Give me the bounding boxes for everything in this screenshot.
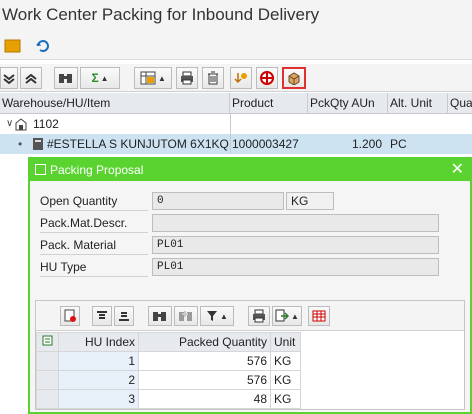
app-toolbar	[0, 34, 472, 60]
column-header-alt-unit[interactable]: Alt. Unit	[388, 93, 448, 114]
column-header-warehouse[interactable]: Warehouse/HU/Item	[0, 93, 230, 114]
tree-item-row[interactable]: • #ESTELLA S KUNJUTOM 6X1KQ 1000003427 1…	[0, 134, 472, 154]
table-row[interactable]: 1 576 KG	[36, 351, 301, 371]
packed-quantity-cell[interactable]: 576	[138, 351, 271, 371]
delete-row-button[interactable]	[60, 306, 80, 326]
table-row[interactable]: 2 576 KG	[36, 370, 301, 390]
filter-button[interactable]: ▲	[200, 306, 234, 326]
pack-mat-descr-label: Pack.Mat.Descr.	[40, 213, 148, 233]
item-product: 1000003427	[232, 137, 299, 151]
sort-button[interactable]	[230, 67, 252, 89]
alv-toolbar: Σ ▲ ▲	[0, 64, 472, 92]
column-packed-quantity[interactable]: Packed Quantity	[138, 332, 271, 352]
hu-type-label: HU Type	[40, 257, 148, 277]
open-quantity-label: Open Quantity	[40, 191, 148, 211]
grid-header: Warehouse/HU/Item Product PckQty AUn Alt…	[0, 93, 472, 114]
open-quantity-field[interactable]: 0	[152, 192, 284, 210]
find-button[interactable]	[54, 67, 78, 89]
unit-cell[interactable]: KG	[270, 389, 301, 409]
item-label: #ESTELLA S KUNJUTOM 6X1KQ	[47, 137, 229, 151]
hu-type-field[interactable]: PL01	[152, 258, 439, 276]
column-hu-index[interactable]: HU Index	[58, 332, 139, 352]
expand-all-button[interactable]	[20, 67, 42, 89]
tree-node-row[interactable]: ∨ 1102	[0, 114, 472, 134]
refresh-icon[interactable]	[34, 37, 54, 57]
delete-button[interactable]	[202, 67, 224, 89]
select-all-icon[interactable]	[36, 332, 59, 352]
column-divider	[230, 114, 231, 134]
row-selector[interactable]	[36, 351, 59, 371]
column-unit[interactable]: Unit	[270, 332, 301, 352]
pack-mat-descr-row: Pack.Mat.Descr.	[40, 213, 460, 233]
align-top-button[interactable]	[92, 306, 112, 326]
hu-proposal-grid: ▲ ▲ HU Index Packed Quantity Unit 1 576 …	[35, 300, 465, 410]
hu-index-cell: 2	[58, 370, 139, 390]
tree-bullet: •	[18, 137, 23, 151]
spreadsheet-button[interactable]	[308, 306, 330, 326]
pack-material-field[interactable]: PL01	[152, 236, 439, 254]
row-selector[interactable]	[36, 370, 59, 390]
export-button[interactable]: ▲	[272, 306, 302, 326]
packed-quantity-cell[interactable]: 48	[138, 389, 271, 409]
dialog-header: Packing Proposal ✕	[30, 159, 470, 181]
dialog-title: Packing Proposal	[50, 163, 144, 177]
window-title: Work Center Packing for Inbound Delivery	[0, 0, 472, 34]
find-next-button[interactable]	[174, 306, 198, 326]
dialog-window-icon	[35, 164, 46, 175]
pack-mat-descr-field[interactable]	[152, 214, 439, 232]
open-quantity-row: Open Quantity 0 KG	[40, 191, 460, 211]
column-header-quantity[interactable]: Qua	[448, 93, 472, 114]
close-icon[interactable]: ✕	[451, 159, 464, 181]
unit-cell[interactable]: KG	[270, 370, 301, 390]
layout-button[interactable]: ▲	[134, 67, 172, 89]
hu-index-cell: 3	[58, 389, 139, 409]
column-header-product[interactable]: Product	[230, 93, 308, 114]
column-header-pckqty[interactable]: PckQty AUn	[308, 93, 388, 114]
packing-proposal-button[interactable]	[282, 67, 306, 89]
table-header-row: HU Index Packed Quantity Unit	[36, 332, 301, 352]
item-qty: 1.200	[352, 137, 383, 151]
item-unit: PC	[390, 137, 407, 151]
sum-button[interactable]: Σ ▲	[80, 67, 120, 89]
find-button[interactable]	[148, 306, 172, 326]
print-button[interactable]	[176, 67, 198, 89]
hu-index-cell: 1	[58, 351, 139, 371]
unit-cell[interactable]: KG	[270, 351, 301, 371]
hu-table: HU Index Packed Quantity Unit 1 576 KG 2…	[36, 332, 301, 409]
grid-toolbar: ▲ ▲	[36, 301, 464, 331]
pack-material-row: Pack. Material PL01	[40, 235, 460, 255]
pack-material-label: Pack. Material	[40, 235, 148, 255]
hu-type-row: HU Type PL01	[40, 257, 460, 277]
product-icon	[32, 137, 44, 157]
check-button[interactable]	[256, 67, 278, 89]
collapse-all-button[interactable]	[0, 67, 18, 89]
row-selector[interactable]	[36, 389, 59, 409]
align-bottom-button[interactable]	[114, 306, 134, 326]
sum-icon: Σ	[91, 71, 99, 85]
packing-proposal-dialog: Packing Proposal ✕ Open Quantity 0 KG Pa…	[28, 157, 472, 414]
open-quantity-unit-field[interactable]: KG	[286, 192, 334, 210]
print-button[interactable]	[248, 306, 270, 326]
packed-quantity-cell[interactable]: 576	[138, 370, 271, 390]
table-row[interactable]: 3 48 KG	[36, 389, 301, 409]
menu-icon[interactable]	[4, 37, 24, 57]
collapse-toggle-icon[interactable]: ∨	[6, 114, 13, 134]
column-divider	[230, 134, 231, 154]
warehouse-node-label: 1102	[33, 117, 59, 131]
